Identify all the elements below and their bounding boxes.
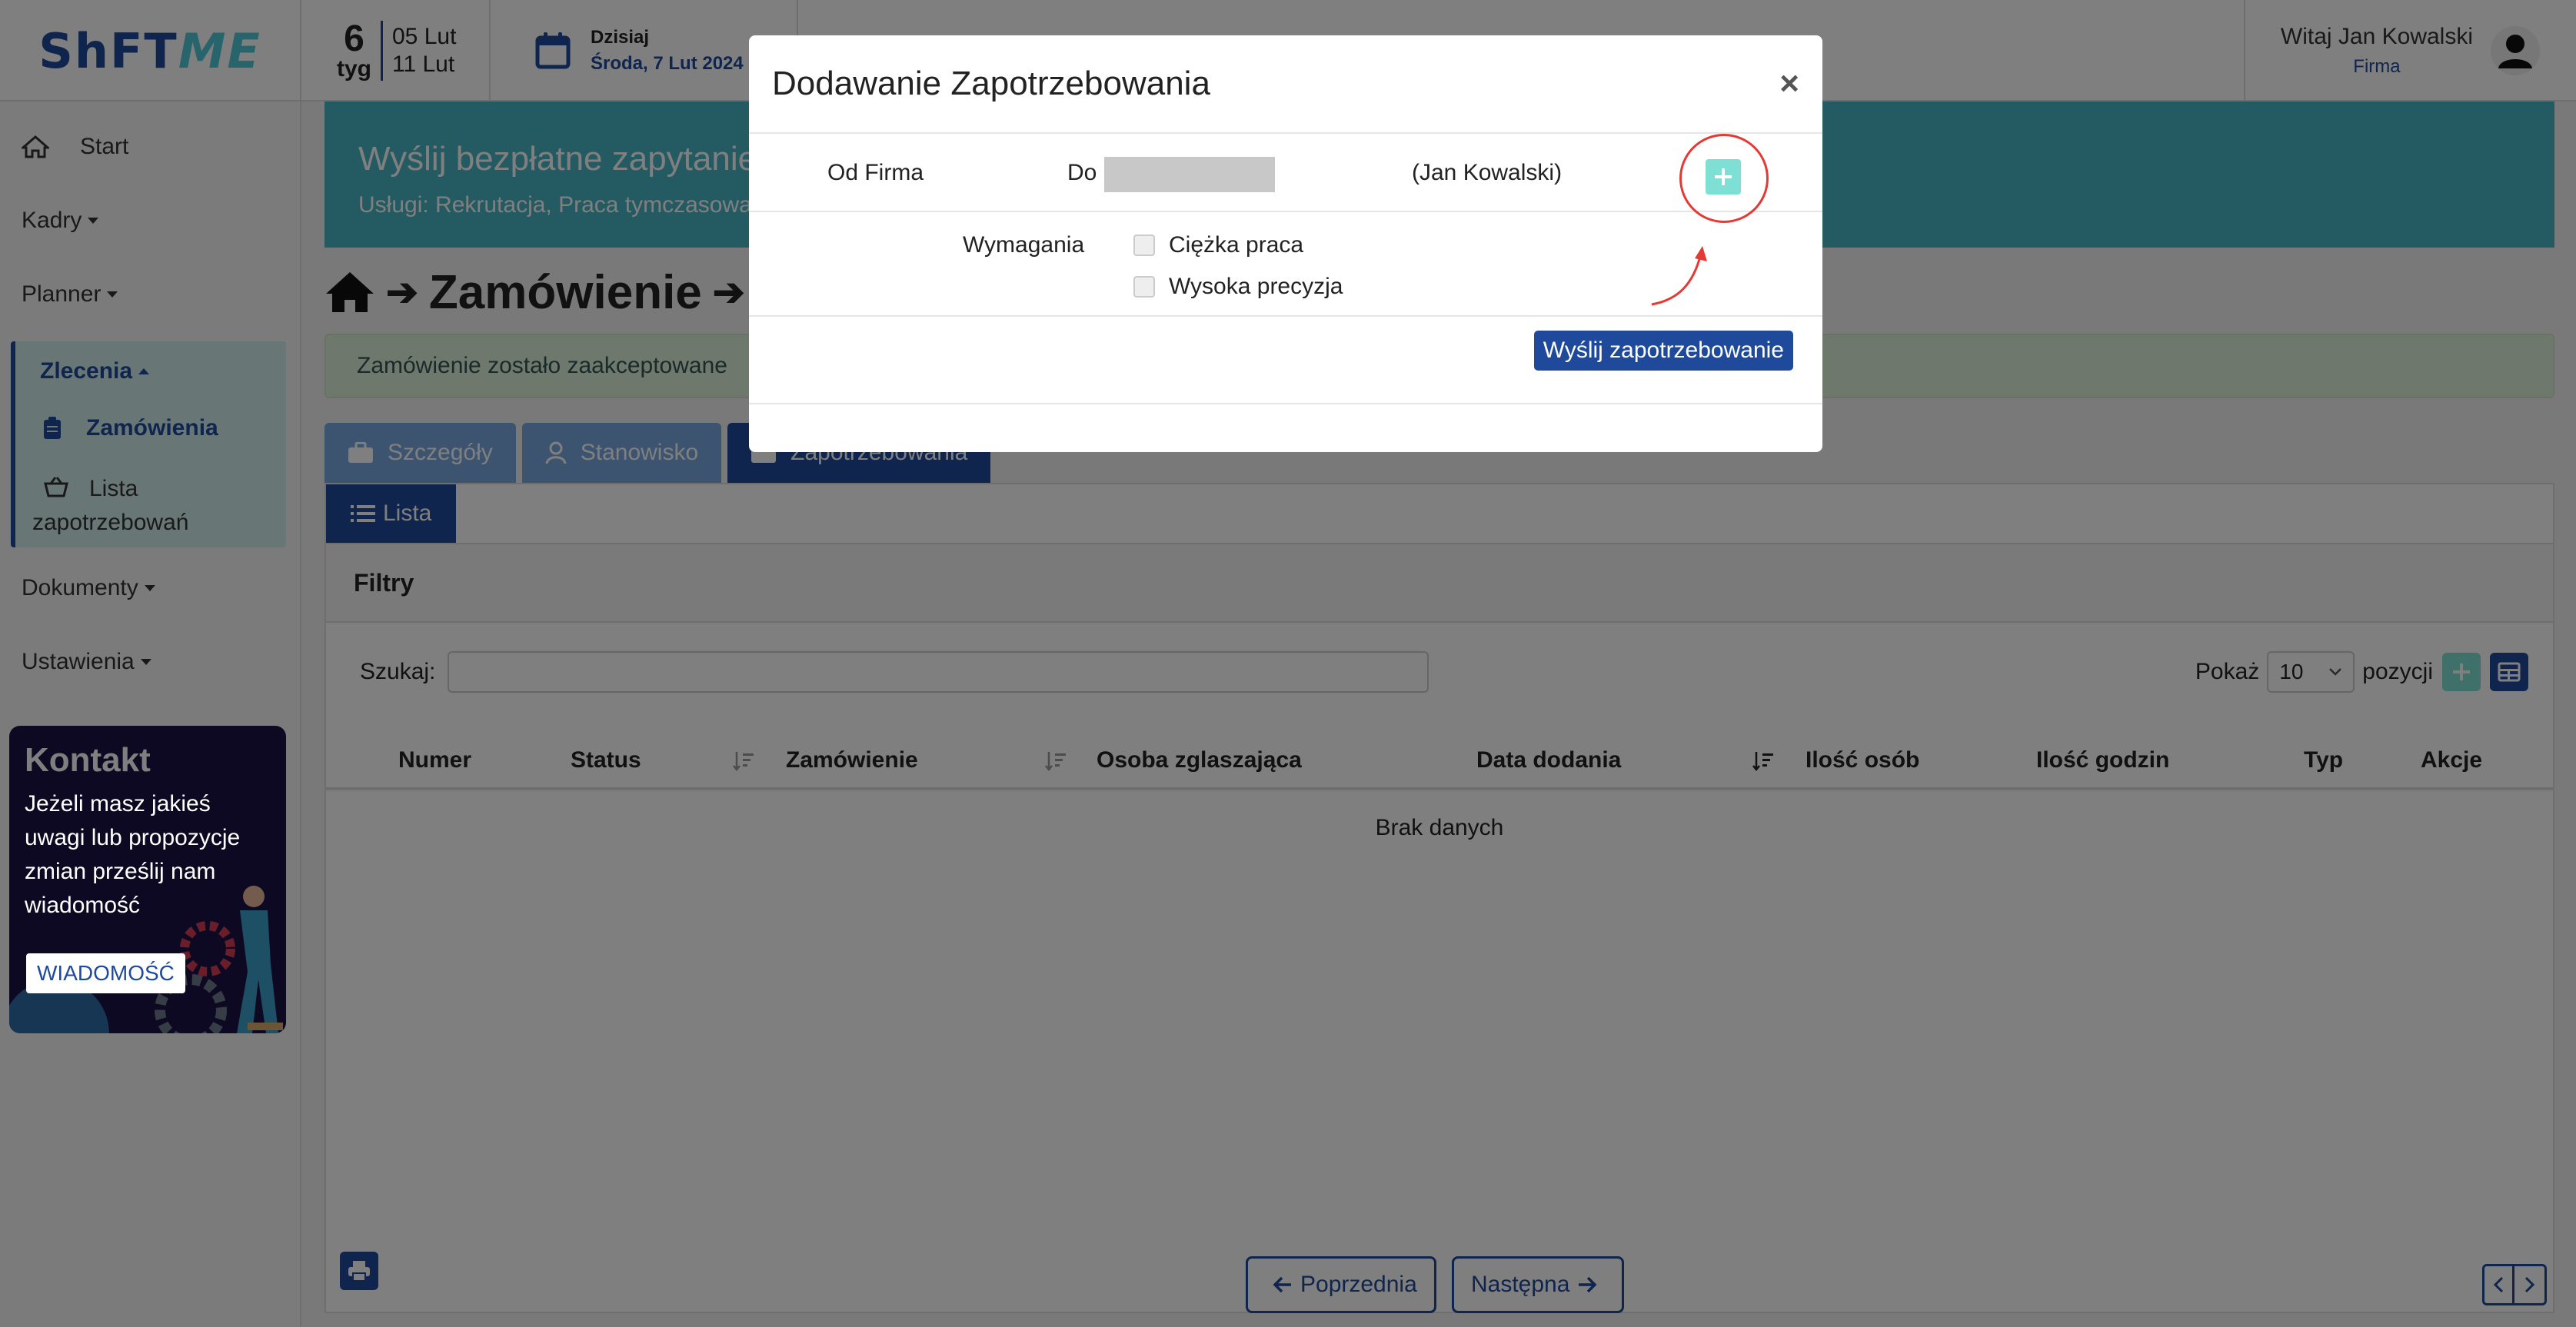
add-position-button[interactable] <box>1706 159 1741 195</box>
requirement-checkbox-high-precision[interactable]: Wysoka precyzja <box>1133 274 1343 300</box>
message-button[interactable]: WIADOMOŚĆ <box>26 953 185 993</box>
to-label: Do <box>1067 160 1097 185</box>
requirement-label: Ciężka praca <box>1169 232 1304 258</box>
from-label: Od Firma <box>827 160 924 185</box>
modal-footer: Wyślij zapotrzebowanie <box>749 317 1822 404</box>
modal-header: Dodawanie Zapotrzebowania × <box>749 35 1822 134</box>
checkbox[interactable] <box>1133 234 1155 256</box>
modal-parties-row: Od Firma Do (Jan Kowalski) <box>749 134 1822 223</box>
checkbox[interactable] <box>1133 276 1155 298</box>
requirement-checkbox-heavy-work[interactable]: Ciężka praca <box>1133 232 1303 258</box>
redacted-field <box>1104 157 1275 192</box>
plus-icon <box>1715 168 1732 185</box>
requirements-label: Wymagania <box>963 232 1085 258</box>
submit-requirement-button[interactable]: Wyślij zapotrzebowanie <box>1533 331 1793 371</box>
modal-title: Dodawanie Zapotrzebowania <box>772 65 1210 102</box>
requirement-label: Wysoka precyzja <box>1169 274 1343 299</box>
modal-requirements-row: Wymagania Ciężka praca Wysoka precyzja <box>749 212 1822 317</box>
to-person: (Jan Kowalski) <box>1412 160 1563 185</box>
add-requirement-modal: Dodawanie Zapotrzebowania × Od Firma Do … <box>749 35 1822 452</box>
close-button[interactable]: × <box>1779 65 1799 103</box>
contact-text: Jeżeli masz jakieś uwagi lub propozycje … <box>25 791 241 918</box>
